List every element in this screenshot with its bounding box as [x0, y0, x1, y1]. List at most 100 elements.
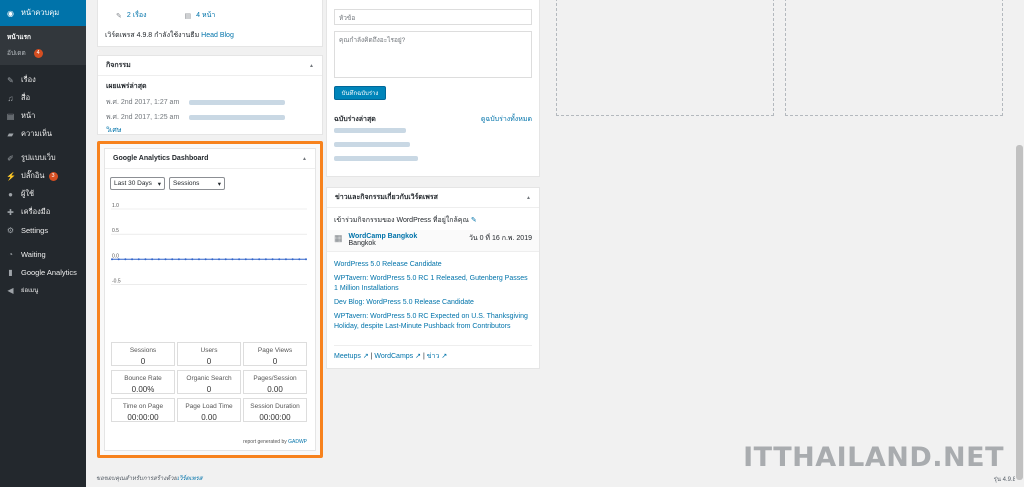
empty-widget-dropzone — [556, 0, 774, 116]
scrollbar-thumb[interactable] — [1016, 145, 1023, 480]
event-link[interactable]: WordCamp Bangkok — [349, 233, 463, 240]
draft-item[interactable] — [334, 142, 410, 147]
dashboard-icon: ◉ — [7, 8, 14, 18]
stat-box: Page Load Time 0.00 — [177, 398, 241, 422]
sidebar-item-waiting[interactable]: ◔ Waiting — [0, 245, 86, 263]
data-point — [151, 258, 154, 261]
data-point — [137, 258, 140, 261]
wordcamps-link[interactable]: WordCamps ↗ — [374, 353, 421, 360]
stat-box: Time on Page 00:00:00 — [111, 398, 175, 422]
page-icon: ▤ — [184, 12, 192, 20]
sidebar-item-media[interactable]: ♫ สื่อ — [0, 89, 86, 107]
blurred-draft-list — [334, 128, 418, 161]
quick-draft-panel: หัวข้อ คุณกำลังคิดถึงอะไรอยู่? บันทึกฉบั… — [326, 0, 540, 177]
chevron-down-icon: ▾ — [217, 180, 221, 188]
metric-select[interactable]: Sessions ▾ — [169, 177, 225, 190]
sidebar-subitem-home[interactable]: หน้าแรก — [0, 29, 86, 45]
stat-label: Users — [200, 347, 218, 354]
sidebar-item-pages[interactable]: ▤ หน้า — [0, 107, 86, 125]
stat-box: Users 0 — [177, 342, 241, 366]
admin-sidebar: ◉ หน้าควบคุม หน้าแรก อัปเดต 4 ✎ เรื่อง ♫ สื… — [0, 0, 86, 487]
plugin-count-badge: 3 — [48, 171, 58, 181]
sidebar-item-plugins[interactable]: ⚡ ปลั๊กอิน 3 — [0, 167, 86, 185]
at-a-glance-panel: ✎ 2 เรื่อง ▤ 4 หน้า เวิร์ดเพรส 4.9.8 กำลัง… — [97, 0, 323, 47]
chart-icon: ▮ — [8, 267, 13, 277]
sidebar-item-posts[interactable]: ✎ เรื่อง — [0, 71, 86, 89]
pages-count-link[interactable]: ▤ 4 หน้า — [185, 10, 216, 21]
data-point — [298, 258, 301, 261]
sidebar-item-google-analytics[interactable]: ▮ Google Analytics — [0, 263, 86, 281]
data-point — [171, 258, 174, 261]
wordpress-link[interactable]: เวิร์ดเพรส — [177, 476, 202, 482]
draft-item[interactable] — [334, 156, 418, 161]
activity-more-link[interactable]: วิเศษ — [98, 125, 322, 136]
stat-label: Session Duration — [250, 403, 300, 410]
sidebar-submenu: หน้าแรก อัปเดต 4 — [0, 26, 86, 65]
report-credit: report generated by GADWP — [243, 439, 307, 445]
page-scrollbar[interactable] — [1015, 0, 1024, 487]
stat-value: 0 — [140, 357, 146, 366]
edit-location-icon[interactable]: ✎ — [471, 217, 477, 224]
stat-label: Page Load Time — [185, 403, 233, 410]
sidebar-item-comments[interactable]: ▰ ความเห็น — [0, 125, 86, 143]
events-intro: เข้าร่วมกิจกรรมของ WordPress ที่อยู่ใกล้… — [334, 217, 477, 224]
blurred-post-link[interactable] — [189, 100, 286, 105]
y-tick-label: -0.5 — [112, 278, 121, 284]
stat-box: Sessions 0 — [111, 342, 175, 366]
sidebar-collapse-button[interactable]: ◀ ย่อเมนู — [0, 281, 86, 299]
stat-box: Pages/Session 0.00 — [243, 370, 307, 394]
external-link-icon: ↗ — [441, 353, 448, 360]
collapse-toggle-icon[interactable]: ▲ — [526, 195, 531, 201]
posts-count-link[interactable]: ✎ 2 เรื่อง — [116, 10, 147, 21]
stat-box: Session Duration 00:00:00 — [243, 398, 307, 422]
stat-label: Time on Page — [122, 403, 164, 410]
draft-item[interactable] — [334, 128, 406, 133]
sidebar-subitem-updates[interactable]: อัปเดต 4 — [0, 45, 86, 61]
news-item-link[interactable]: WordPress 5.0 Release Candidate — [327, 260, 539, 270]
collapse-toggle-icon[interactable]: ▲ — [309, 63, 314, 69]
view-all-drafts-link[interactable]: ดูฉบับร่างทั้งหมด — [481, 114, 532, 125]
empty-widget-dropzone — [785, 0, 1003, 116]
data-point — [177, 258, 180, 261]
stat-box: Organic Search 0 — [177, 370, 241, 394]
gadwp-link[interactable]: GADWP — [288, 439, 307, 445]
stat-value: 00:00:00 — [127, 413, 159, 422]
chevron-down-icon: ▾ — [157, 180, 161, 188]
pin-icon: ✎ — [7, 75, 14, 85]
collapse-toggle-icon[interactable]: ▲ — [302, 156, 307, 162]
meetups-link[interactable]: Meetups ↗ — [334, 353, 369, 360]
data-point — [305, 258, 307, 261]
save-draft-button[interactable]: บันทึกฉบับร่าง — [334, 86, 386, 100]
sidebar-item-label: หน้าควบคุม — [21, 8, 60, 17]
stat-value: 0.00% — [131, 385, 155, 394]
sidebar-item-users[interactable]: ● ผู้ใช้ — [0, 185, 86, 203]
news-item-link[interactable]: Dev Blog: WordPress 5.0 Release Candidat… — [327, 298, 539, 308]
news-link[interactable]: ข่าว ↗ — [427, 353, 447, 360]
data-point — [258, 258, 261, 261]
data-point — [231, 258, 234, 261]
list-item: พ.ศ. 2nd 2017, 1:27 am — [98, 95, 322, 110]
draft-content-textarea[interactable]: คุณกำลังคิดถึงอะไรอยู่? — [334, 31, 532, 78]
news-item-link[interactable]: WPTavern: WordPress 5.0 RC 1 Released, G… — [327, 274, 539, 294]
sidebar-item-tools[interactable]: ✚ เครื่องมือ — [0, 203, 86, 221]
stat-value: 0 — [206, 357, 212, 366]
y-tick-label: 0.5 — [112, 228, 119, 234]
period-select[interactable]: Last 30 Days ▾ — [110, 177, 165, 190]
y-tick-label: 1.0 — [112, 203, 119, 209]
data-point — [204, 258, 207, 261]
news-item-link[interactable]: WPTavern: WordPress 5.0 RC Expected on U… — [327, 312, 539, 332]
panel-title: Google Analytics Dashboard — [113, 155, 209, 162]
collapse-icon: ◀ — [7, 285, 14, 295]
data-point — [244, 258, 247, 261]
stat-value: 0 — [272, 357, 278, 366]
plugin-icon: ⚡ — [6, 171, 16, 181]
sidebar-item-dashboard[interactable]: ◉ หน้าควบคุม — [0, 0, 86, 26]
theme-link[interactable]: Head Blog — [201, 32, 234, 39]
admin-footer: ขอขอบคุณสำหรับการสร้างด้วยเวิร์ดเพรส — [96, 476, 203, 482]
blurred-post-link[interactable] — [189, 115, 286, 120]
data-point — [238, 258, 241, 261]
sidebar-item-settings[interactable]: ⚙ Settings — [0, 221, 86, 239]
sidebar-item-appearance[interactable]: ✐ รูปแบบเว็บ — [0, 149, 86, 167]
external-link-icon: ↗ — [415, 353, 422, 360]
draft-title-input[interactable]: หัวข้อ — [334, 9, 532, 25]
